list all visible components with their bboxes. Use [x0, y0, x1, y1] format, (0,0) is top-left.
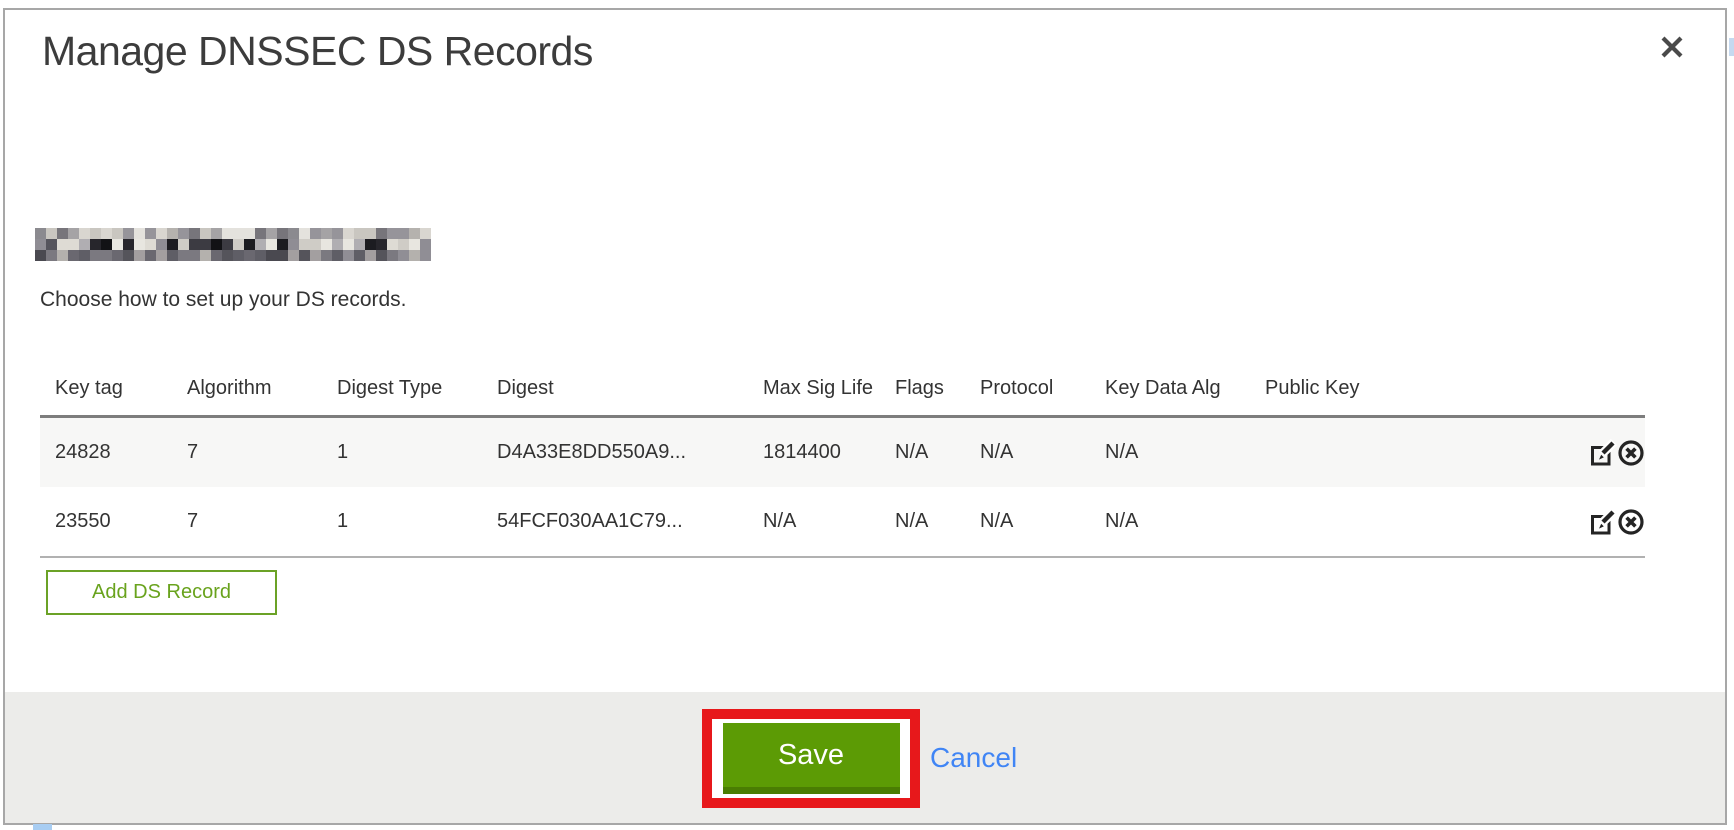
column-header-digest-type: Digest Type [322, 362, 482, 417]
background-page-fragment [1729, 38, 1734, 56]
annotation-highlight-box: Save [702, 709, 920, 808]
cell-flags: N/A [880, 417, 965, 488]
manage-dnssec-dialog: Manage DNSSEC DS Records Choose how to s… [3, 8, 1727, 825]
cell-max-sig-life: 1814400 [748, 417, 880, 488]
cell-key-tag: 24828 [40, 417, 172, 488]
column-header-digest: Digest [482, 362, 748, 417]
column-header-algorithm: Algorithm [172, 362, 322, 417]
ds-records-table: Key tag Algorithm Digest Type Digest Max… [40, 362, 1645, 558]
domain-name-redacted [35, 228, 431, 261]
column-header-max-sig-life: Max Sig Life [748, 362, 880, 417]
cancel-link[interactable]: Cancel [930, 742, 1017, 774]
cell-max-sig-life: N/A [748, 487, 880, 557]
instruction-text: Choose how to set up your DS records. [40, 288, 407, 312]
cell-key-tag: 23550 [40, 487, 172, 557]
table-row: 24828 7 1 D4A33E8DD550A9... 1814400 N/A … [40, 417, 1645, 488]
column-header-key-data-alg: Key Data Alg [1090, 362, 1250, 417]
cell-digest: D4A33E8DD550A9... [482, 417, 748, 488]
edit-record-icon[interactable] [1589, 508, 1617, 536]
column-header-actions [1440, 362, 1645, 417]
cell-protocol: N/A [965, 487, 1090, 557]
close-icon[interactable] [1655, 30, 1689, 64]
column-header-flags: Flags [880, 362, 965, 417]
cell-actions [1440, 417, 1645, 488]
add-ds-record-button[interactable]: Add DS Record [46, 570, 277, 615]
column-header-public-key: Public Key [1250, 362, 1440, 417]
column-header-key-tag: Key tag [40, 362, 172, 417]
cell-key-data-alg: N/A [1090, 417, 1250, 488]
delete-record-icon[interactable] [1617, 439, 1645, 467]
cell-digest-type: 1 [322, 417, 482, 488]
dialog-title: Manage DNSSEC DS Records [42, 28, 593, 75]
edit-record-icon[interactable] [1589, 439, 1617, 467]
cell-key-data-alg: N/A [1090, 487, 1250, 557]
table-header-row: Key tag Algorithm Digest Type Digest Max… [40, 362, 1645, 417]
cell-public-key [1250, 487, 1440, 557]
background-page-fragment [33, 824, 52, 830]
cell-digest: 54FCF030AA1C79... [482, 487, 748, 557]
cell-digest-type: 1 [322, 487, 482, 557]
cell-algorithm: 7 [172, 417, 322, 488]
dialog-footer: Save Cancel [5, 692, 1725, 823]
cell-public-key [1250, 417, 1440, 488]
column-header-protocol: Protocol [965, 362, 1090, 417]
delete-record-icon[interactable] [1617, 508, 1645, 536]
save-button[interactable]: Save [723, 723, 900, 794]
screenshot-root: Manage DNSSEC DS Records Choose how to s… [0, 0, 1734, 830]
cell-flags: N/A [880, 487, 965, 557]
cell-actions [1440, 487, 1645, 557]
cell-protocol: N/A [965, 417, 1090, 488]
cell-algorithm: 7 [172, 487, 322, 557]
table-row: 23550 7 1 54FCF030AA1C79... N/A N/A N/A … [40, 487, 1645, 557]
